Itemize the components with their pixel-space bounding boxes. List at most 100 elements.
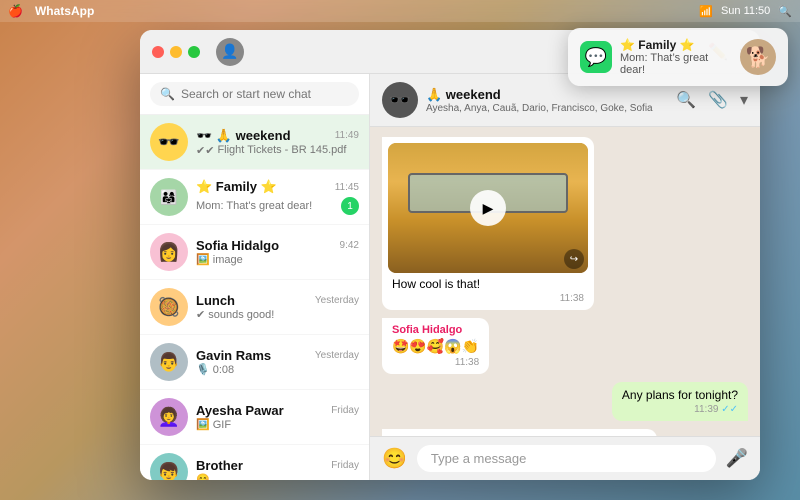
chat-header-members: Ayesha, Anya, Cauã, Dario, Francisco, Go… [426, 103, 668, 114]
video-caption: How cool is that! [392, 277, 480, 291]
chat-info-gavin: Gavin Rams Yesterday 🎙️ 0:08 [196, 348, 359, 376]
emoji-reactions: 🤩😍🥰😱👏 [392, 338, 479, 355]
chat-time-brother: Friday [331, 460, 359, 471]
chat-header-actions: 🔍 📎 ▾ [676, 90, 748, 110]
chat-preview-weekend: ✔✔Flight Tickets - BR 145.pdf [196, 144, 359, 157]
forward-icon: ↪ [564, 249, 584, 269]
app-content: 🔍 🕶️ 🕶️ 🙏 weekend 11:49 ✔✔Flight Tickets [140, 74, 760, 480]
search-input-wrap[interactable]: 🔍 [150, 82, 359, 106]
apple-menu[interactable]: 🍎 [8, 4, 23, 18]
input-bar: 😊 Type a message 🎤 [370, 436, 760, 480]
chat-time-lunch: Yesterday [315, 295, 359, 306]
traffic-lights [152, 46, 200, 58]
chat-item-gavin[interactable]: 👨 Gavin Rams Yesterday 🎙️ 0:08 [140, 335, 369, 390]
more-icon[interactable]: ▾ [740, 90, 748, 110]
user-avatar: 👤 [216, 38, 244, 66]
chat-item-lunch[interactable]: 🥘 Lunch Yesterday ✔ sounds good! [140, 280, 369, 335]
chat-panel: 🕶️ 🙏 weekend Ayesha, Anya, Cauã, Dario, … [370, 74, 760, 480]
search-input[interactable] [181, 87, 349, 101]
chat-list: 🕶️ 🕶️ 🙏 weekend 11:49 ✔✔Flight Tickets -… [140, 115, 369, 480]
chat-item-family[interactable]: 👨‍👩‍👧 ⭐ Family ⭐ 11:45 Mom: That's great… [140, 170, 369, 225]
chat-info-brother: Brother Friday 😊 [196, 458, 359, 480]
messages-area: ▶ ↪ How cool is that! 11:38 Sofia Hidalg… [370, 127, 760, 436]
chat-time-ayesha: Friday [331, 405, 359, 416]
notification-avatar: 🐕 [740, 39, 776, 75]
search-menubar-icon[interactable]: 🔍 [778, 5, 792, 18]
chat-header-avatar: 🕶️ [382, 82, 418, 118]
chat-preview-family: Mom: That's great dear! [196, 200, 312, 212]
menu-bar: 🍎 WhatsApp 📶 Sun 11:50 🔍 [0, 0, 800, 22]
chat-info-weekend: 🕶️ 🙏 weekend 11:49 ✔✔Flight Tickets - BR… [196, 128, 359, 157]
chat-item-sofia[interactable]: 👩 Sofia Hidalgo 9:42 🖼️ image [140, 225, 369, 280]
msg-sofia-reactions: Sofia Hidalgo 🤩😍🥰😱👏 11:38 [382, 318, 489, 374]
notification-content: ⭐ Family ⭐ Mom: That’s great dear! [620, 38, 732, 76]
clock: Sun 11:50 [721, 5, 770, 17]
chat-info-sofia: Sofia Hidalgo 9:42 🖼️ image [196, 238, 359, 266]
chat-preview-brother: 😊 [196, 473, 359, 480]
video-thumbnail: ▶ ↪ [388, 143, 588, 273]
chat-header-info: 🙏 weekend Ayesha, Anya, Cauã, Dario, Fra… [426, 87, 668, 114]
chat-info-family: ⭐ Family ⭐ 11:45 Mom: That's great dear!… [196, 179, 359, 215]
chat-preview-sofia: 🖼️ image [196, 253, 359, 266]
chat-name-gavin: Gavin Rams [196, 348, 271, 363]
chat-avatar-lunch: 🥘 [150, 288, 188, 326]
search-chat-icon[interactable]: 🔍 [676, 90, 696, 110]
chat-name-lunch: Lunch [196, 293, 235, 308]
chat-info-ayesha: Ayesha Pawar Friday 🖼️ GIF [196, 403, 359, 431]
search-icon: 🔍 [160, 87, 175, 101]
msg-text-tonight: Any plans for tonight? [622, 388, 738, 402]
chat-header-name: 🙏 weekend [426, 87, 668, 103]
chat-name-brother: Brother [196, 458, 243, 473]
play-button[interactable]: ▶ [470, 190, 506, 226]
notification-title: ⭐ Family ⭐ [620, 38, 732, 52]
chat-avatar-brother: 👦 [150, 453, 188, 480]
minimize-button[interactable] [170, 46, 182, 58]
chat-avatar-gavin: 👨 [150, 343, 188, 381]
chat-preview-lunch: ✔ sounds good! [196, 308, 359, 321]
msg-goke: Goke Kuyimu I'm cooking dinner at my pla… [382, 429, 657, 436]
chat-preview-ayesha: 🖼️ GIF [196, 418, 359, 431]
sender-name-sofia: Sofia Hidalgo [392, 324, 479, 336]
chat-preview-gavin: 🎙️ 0:08 [196, 363, 359, 376]
menu-bar-right: 📶 Sun 11:50 🔍 [699, 5, 792, 18]
sender-name-goke: Goke Kuyimu [392, 435, 647, 436]
mic-button[interactable]: 🎤 [726, 448, 748, 469]
chat-time-sofia: 9:42 [340, 240, 359, 251]
msg-video: ▶ ↪ How cool is that! 11:38 [382, 137, 594, 310]
chat-avatar-ayesha: 👩‍🦱 [150, 398, 188, 436]
menu-bar-left: 🍎 WhatsApp [8, 4, 94, 18]
chat-item-brother[interactable]: 👦 Brother Friday 😊 [140, 445, 369, 480]
notification-app-icon: 💬 [580, 41, 612, 73]
emoji-button[interactable]: 😊 [382, 446, 407, 471]
message-input-placeholder[interactable]: Type a message [417, 445, 716, 472]
chat-name-weekend: 🕶️ 🙏 weekend [196, 128, 291, 144]
read-receipt: ✓✓ [721, 404, 738, 415]
chat-avatar-weekend: 🕶️ [150, 123, 188, 161]
chat-item-weekend[interactable]: 🕶️ 🕶️ 🙏 weekend 11:49 ✔✔Flight Tickets -… [140, 115, 369, 170]
chat-avatar-sofia: 👩 [150, 233, 188, 271]
msg-time-sofia: 11:38 [392, 357, 479, 368]
notification-banner[interactable]: 💬 ⭐ Family ⭐ Mom: That’s great dear! 🐕 [568, 28, 788, 86]
attach-icon[interactable]: 📎 [708, 90, 728, 110]
chat-item-ayesha[interactable]: 👩‍🦱 Ayesha Pawar Friday 🖼️ GIF [140, 390, 369, 445]
msg-time-video: 11:38 [392, 293, 584, 304]
chat-time-weekend: 11:49 [335, 130, 359, 141]
sidebar: 🔍 🕶️ 🕶️ 🙏 weekend 11:49 ✔✔Flight Tickets [140, 74, 370, 480]
chat-name-sofia: Sofia Hidalgo [196, 238, 279, 253]
search-bar: 🔍 [140, 74, 369, 115]
msg-time-tonight: 11:39 ✓✓ [622, 404, 738, 415]
chat-name-ayesha: Ayesha Pawar [196, 403, 284, 418]
chat-time-gavin: Yesterday [315, 350, 359, 361]
wifi-icon: 📶 [699, 5, 713, 18]
maximize-button[interactable] [188, 46, 200, 58]
notification-message: Mom: That’s great dear! [620, 52, 732, 76]
app-menu: WhatsApp [35, 4, 94, 18]
app-window: 👤 ✏️ ▾ 🔍 🕶️ 🕶️ 🙏 weekend [140, 30, 760, 480]
chat-time-family: 11:45 [335, 182, 359, 193]
chat-info-lunch: Lunch Yesterday ✔ sounds good! [196, 293, 359, 321]
chat-avatar-family: 👨‍👩‍👧 [150, 178, 188, 216]
unread-badge-family: 1 [341, 197, 359, 215]
chat-name-family: ⭐ Family ⭐ [196, 179, 277, 195]
close-button[interactable] [152, 46, 164, 58]
msg-sent-tonight: Any plans for tonight? 11:39 ✓✓ [612, 382, 748, 421]
